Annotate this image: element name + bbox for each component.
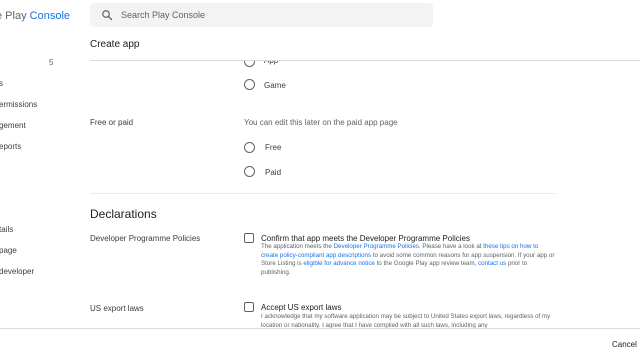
sidebar-item-details[interactable]: tails	[0, 225, 13, 234]
sidebar-item-reports[interactable]: eports	[0, 142, 21, 151]
sidebar-item-permissions[interactable]: ermissions	[0, 100, 37, 109]
sidebar-item[interactable]: s	[0, 79, 3, 88]
section-divider	[90, 193, 556, 194]
radio-paid[interactable]	[244, 166, 255, 177]
export-laws-checkbox[interactable]	[244, 302, 254, 312]
radio-game-label: Game	[264, 81, 286, 90]
policies-desc-text: . Please have a look at	[418, 243, 484, 250]
sidebar-item-developer[interactable]: developer	[0, 267, 34, 276]
header-divider-overlay	[90, 60, 640, 61]
policies-desc-text: to the Google Play app review team,	[374, 260, 479, 267]
policies-desc-text: The application meets the	[261, 243, 334, 250]
search-icon[interactable]	[101, 9, 113, 21]
sidebar-item-page[interactable]: page	[0, 246, 17, 255]
policies-label: Developer Programme Policies	[90, 234, 201, 243]
free-or-paid-label: Free or paid	[90, 118, 134, 127]
cancel-button[interactable]: Cancel	[612, 340, 637, 349]
free-or-paid-helper: You can edit this later on the paid app …	[244, 118, 398, 127]
brand-prefix: e Play	[0, 10, 27, 22]
advance-notice-link[interactable]: eligible for advance notice	[303, 260, 375, 267]
sidebar: e Play Console 5 s ermissions gement epo…	[0, 0, 82, 360]
declarations-heading: Declarations	[90, 207, 157, 221]
search-input[interactable]	[121, 3, 421, 27]
sidebar-count-badge: 5	[49, 58, 54, 67]
radio-free[interactable]	[244, 142, 255, 153]
radio-paid-label: Paid	[265, 168, 282, 177]
policies-checkbox-label: Confirm that app meets the Developer Pro…	[261, 234, 470, 243]
policies-description: The application meets the Developer Prog…	[261, 243, 556, 277]
radio-game[interactable]	[244, 79, 255, 90]
export-laws-label: US export laws	[90, 304, 144, 313]
page-title-overlay: Create app	[90, 39, 140, 50]
export-laws-checkbox-label: Accept US export laws	[261, 303, 342, 312]
footer-bar	[0, 328, 640, 360]
contact-us-link[interactable]: contact us	[478, 260, 506, 267]
play-console-logo[interactable]: e Play Console	[0, 10, 70, 22]
header-backdrop	[90, 30, 640, 60]
sidebar-item-management[interactable]: gement	[0, 121, 26, 130]
policies-checkbox[interactable]	[244, 233, 254, 243]
policies-link[interactable]: Developer Programme Policies	[334, 243, 419, 250]
search-bar[interactable]	[90, 3, 433, 27]
brand-accent: Console	[29, 10, 70, 22]
radio-free-label: Free	[265, 143, 282, 152]
